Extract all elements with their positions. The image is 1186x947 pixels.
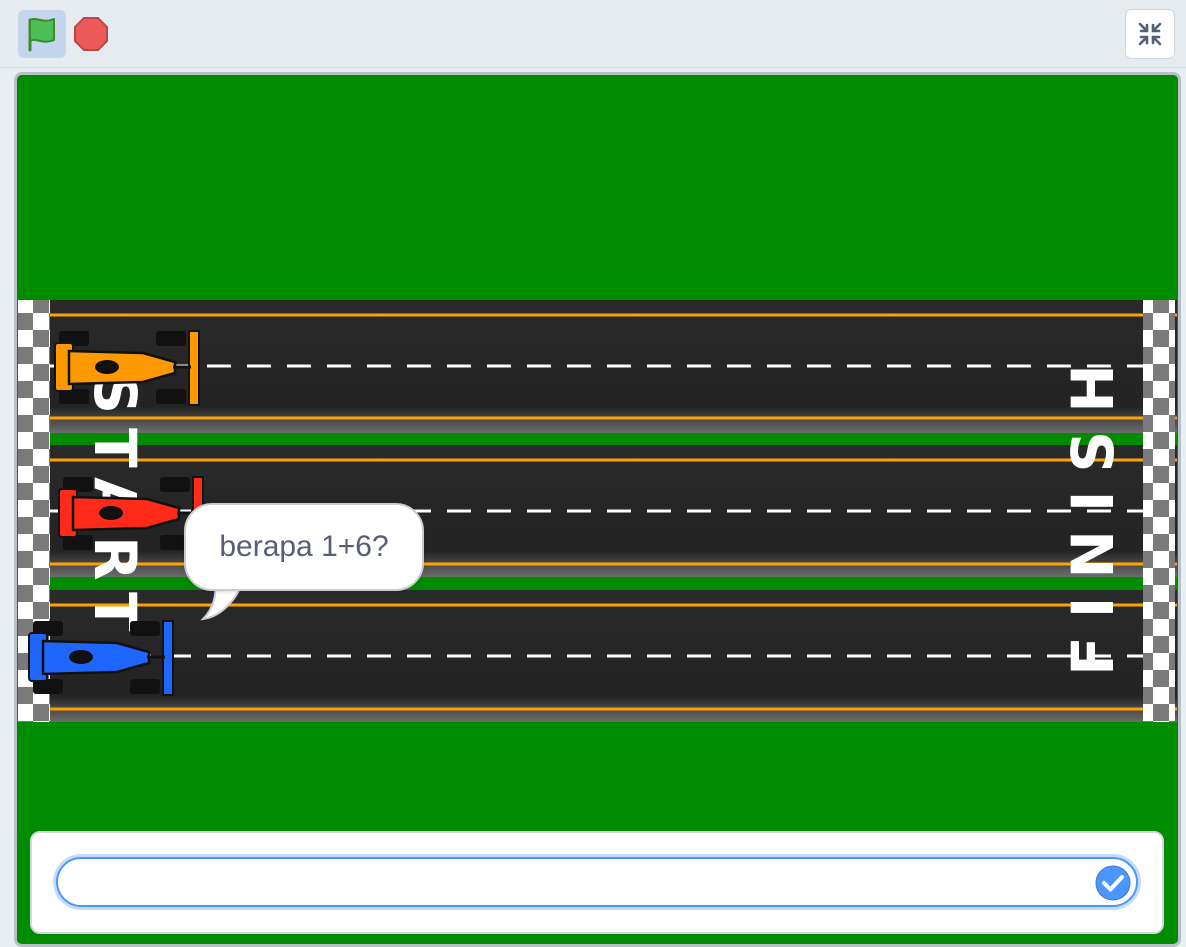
answer-input[interactable] [56, 857, 1138, 907]
check-icon[interactable] [1095, 865, 1131, 901]
speech-bubble-text: berapa 1+6? [219, 530, 389, 563]
green-flag-icon [28, 17, 55, 52]
speech-bubble: berapa 1+6? [184, 503, 424, 591]
unfullscreen-icon [1138, 22, 1162, 46]
unfullscreen-button[interactable] [1125, 9, 1175, 59]
finish-label: FINISH [1059, 346, 1127, 676]
toolbar [0, 0, 1186, 68]
stop-icon [74, 17, 108, 51]
green-flag-button[interactable] [18, 10, 66, 58]
stop-button[interactable] [72, 15, 110, 53]
lane-3 [18, 590, 1177, 722]
ask-prompt [30, 831, 1164, 934]
finish-line [1143, 300, 1175, 722]
stage[interactable]: START FINISH [14, 72, 1181, 947]
